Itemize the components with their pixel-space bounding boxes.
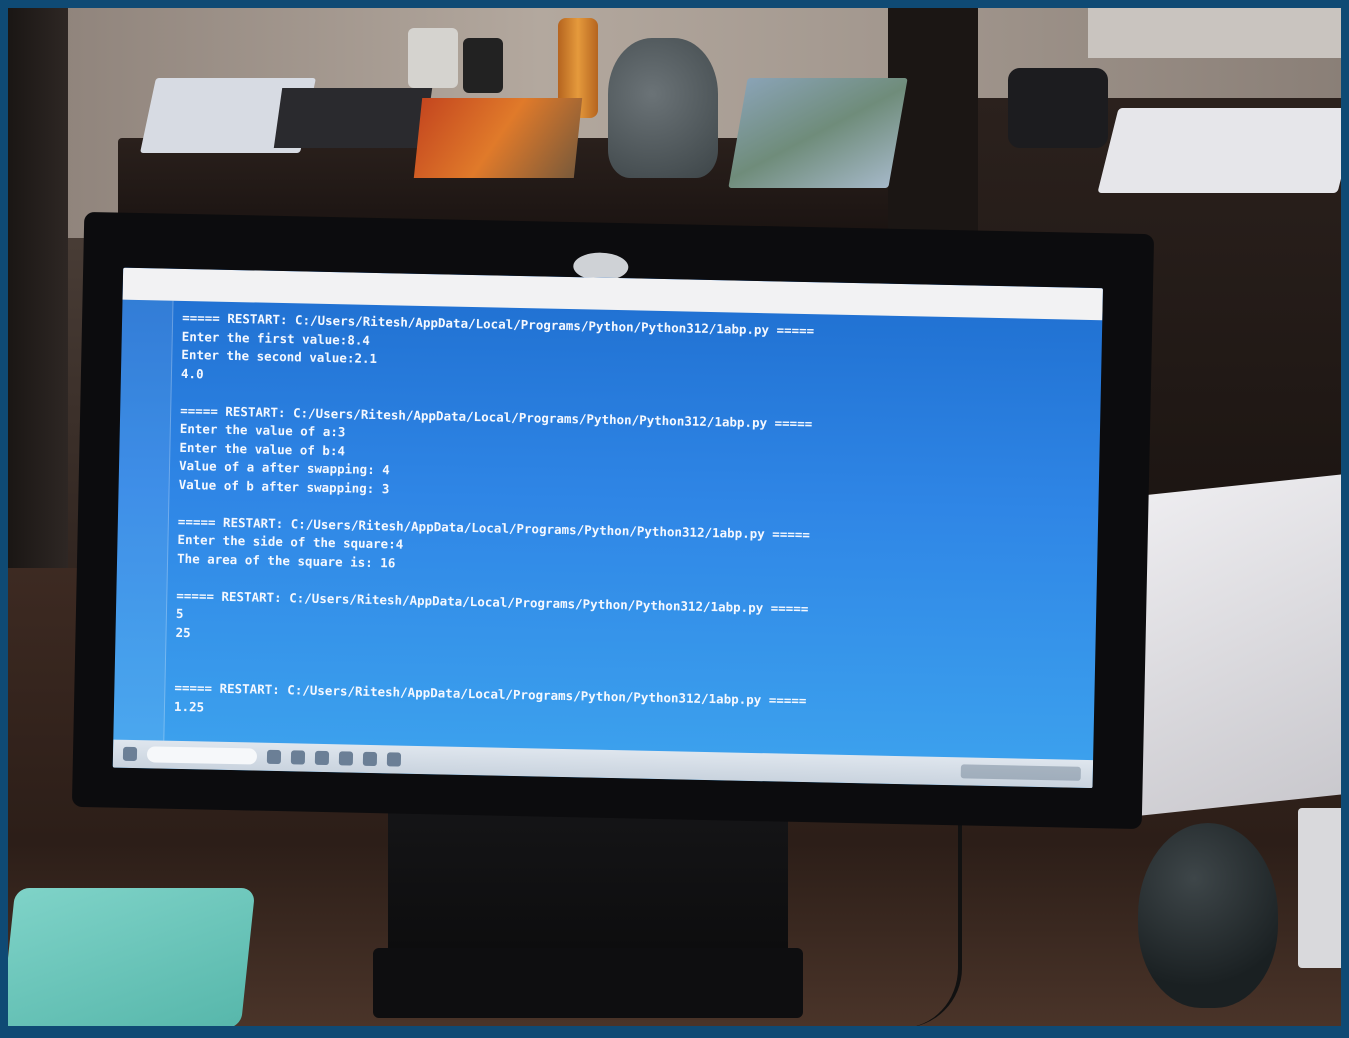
dark-pillar [888, 8, 978, 258]
computer-mouse[interactable] [1138, 823, 1278, 1008]
python-shell-output[interactable]: ===== RESTART: C:/Users/Ritesh/AppData/L… [173, 309, 1092, 758]
paper-stack [728, 78, 908, 188]
dark-cup [463, 38, 503, 93]
taskbar-app-icon[interactable] [338, 751, 354, 766]
white-cup [408, 28, 458, 88]
desk-phone [1008, 68, 1108, 148]
taskbar-search-box[interactable] [146, 746, 258, 765]
dark-book [273, 88, 433, 148]
orange-book [413, 98, 583, 178]
teal-box [8, 888, 256, 1026]
grey-bag [608, 38, 718, 178]
system-tray-icons[interactable] [960, 764, 1081, 781]
windows-start-icon[interactable] [122, 746, 138, 762]
taskbar-app-icon[interactable] [386, 752, 402, 767]
taskbar-app-icon[interactable] [290, 750, 306, 765]
taskbar-app-icon[interactable] [266, 749, 282, 765]
whiteboard-edge [1088, 8, 1341, 58]
line-gutter [113, 299, 174, 741]
taskbar-app-icon[interactable] [314, 750, 330, 766]
taskbar-app-icon[interactable] [362, 751, 378, 767]
screen[interactable]: ===== RESTART: C:/Users/Ritesh/AppData/L… [112, 267, 1103, 789]
keyboard-edge[interactable] [1298, 808, 1341, 968]
photo-frame: ===== RESTART: C:/Users/Ritesh/AppData/L… [8, 8, 1341, 1026]
monitor: ===== RESTART: C:/Users/Ritesh/AppData/L… [71, 211, 1155, 830]
monitor-stand-base [373, 948, 803, 1018]
monitor-cable [798, 808, 962, 1026]
open-book-shelf [1097, 108, 1341, 193]
